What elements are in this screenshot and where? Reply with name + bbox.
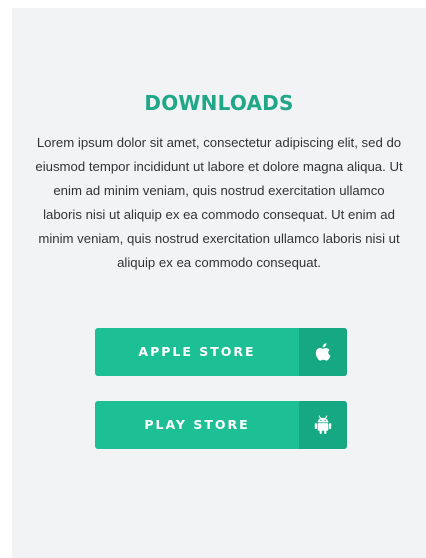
android-icon — [299, 401, 347, 449]
downloads-panel: DOWNLOADS Lorem ipsum dolor sit amet, co… — [12, 8, 426, 558]
play-store-label: PLAY STORE — [144, 417, 250, 432]
downloads-title: DOWNLOADS — [144, 91, 294, 115]
apple-icon — [299, 328, 347, 376]
apple-store-label: APPLE STORE — [138, 344, 256, 359]
apple-store-button[interactable]: APPLE STORE — [95, 328, 347, 376]
play-store-button[interactable]: PLAY STORE — [95, 401, 347, 449]
downloads-description: Lorem ipsum dolor sit amet, consectetur … — [35, 135, 403, 270]
